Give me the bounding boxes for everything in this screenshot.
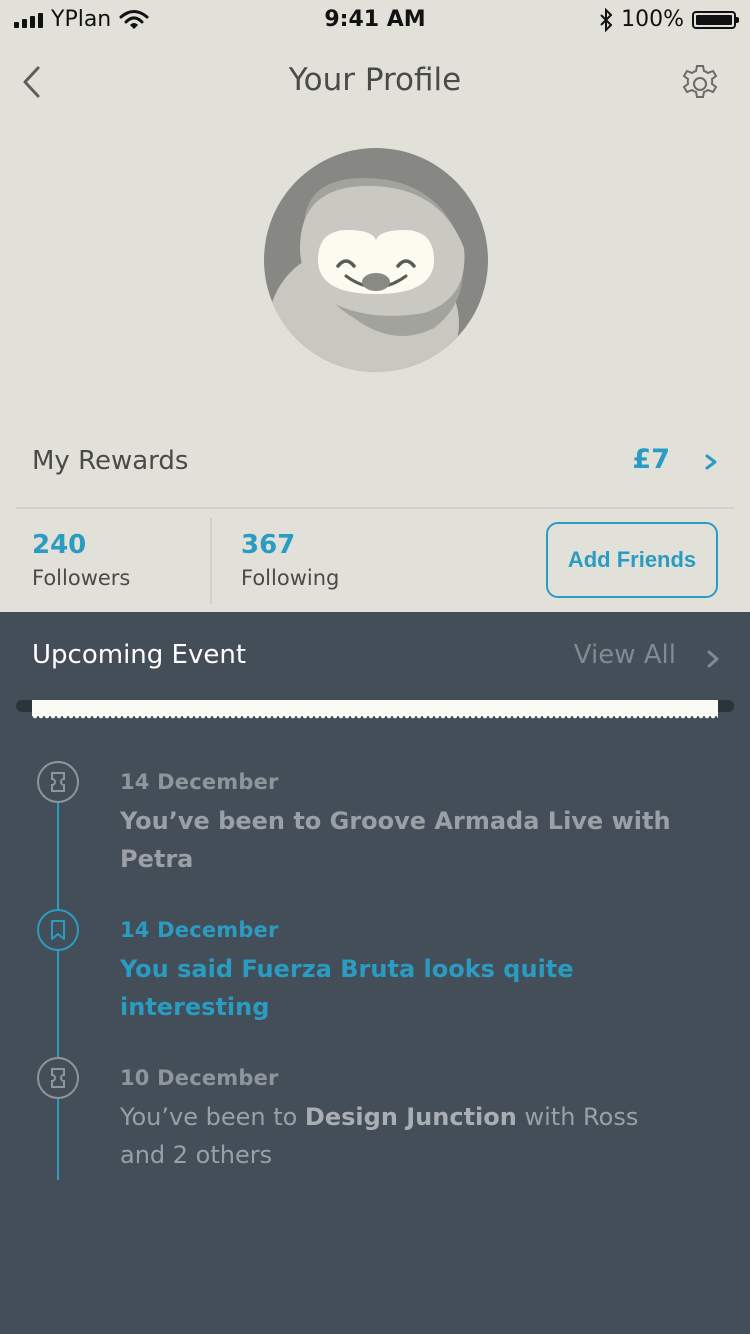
followers-count: 240 [32, 530, 87, 560]
profile-header-section: YPlan 9:41 AM 100% Your Profile My Rewar… [0, 0, 750, 612]
chevron-right-icon [705, 454, 717, 470]
chevron-right-icon[interactable] [706, 646, 722, 672]
ticket-card[interactable] [32, 700, 718, 716]
timeline-text: You’ve been to Groove Armada Live with P… [120, 807, 671, 873]
timeline-text: You said Fuerza Bruta looks quite intere… [120, 955, 574, 1021]
following-label: Following [241, 566, 340, 590]
upcoming-event-title: Upcoming Event [32, 640, 247, 670]
bluetooth-icon [600, 7, 613, 32]
ticket-perforation [32, 716, 718, 720]
battery-icon [692, 10, 739, 29]
bookmark-icon [37, 909, 79, 951]
timeline-date: 14 December [120, 918, 279, 942]
timeline-item[interactable]: 14 December You’ve been to Groove Armada… [120, 770, 680, 878]
timeline-text: You’ve been to Design Junction with Ross… [120, 1098, 680, 1174]
timeline-date: 14 December [120, 770, 279, 794]
followers-stat[interactable]: 240 Followers [32, 530, 130, 590]
status-right: 100% [599, 7, 739, 32]
followers-label: Followers [32, 566, 131, 590]
stats-divider [210, 518, 212, 604]
activity-section: Upcoming Event View All 14 December You’… [0, 612, 750, 1334]
avatar[interactable] [264, 148, 488, 372]
page-title: Your Profile [288, 62, 462, 98]
timeline-text-prefix: You’ve been to [120, 1103, 305, 1131]
view-all-link[interactable]: View All [574, 640, 676, 670]
rewards-value: £7 [632, 444, 670, 475]
rewards-label: My Rewards [32, 446, 189, 476]
timeline-line [57, 800, 59, 1180]
battery-percent: 100% [621, 7, 684, 32]
divider [16, 507, 734, 509]
add-friends-button[interactable]: Add Friends [546, 522, 718, 598]
timeline-item[interactable]: 10 December You’ve been to Design Juncti… [120, 1066, 680, 1174]
following-count: 367 [241, 530, 296, 560]
event-name[interactable]: Design Junction [305, 1103, 517, 1131]
timeline-date: 10 December [120, 1066, 279, 1090]
timeline-item[interactable]: 14 December You said Fuerza Bruta looks … [120, 918, 680, 1026]
ticket-icon [37, 761, 79, 803]
gear-icon[interactable] [678, 62, 722, 106]
following-stat[interactable]: 367 Following [241, 530, 339, 590]
status-bar: YPlan 9:41 AM 100% [0, 0, 750, 40]
rewards-row[interactable]: My Rewards £7 [32, 440, 720, 488]
ticket-icon [37, 1057, 79, 1099]
